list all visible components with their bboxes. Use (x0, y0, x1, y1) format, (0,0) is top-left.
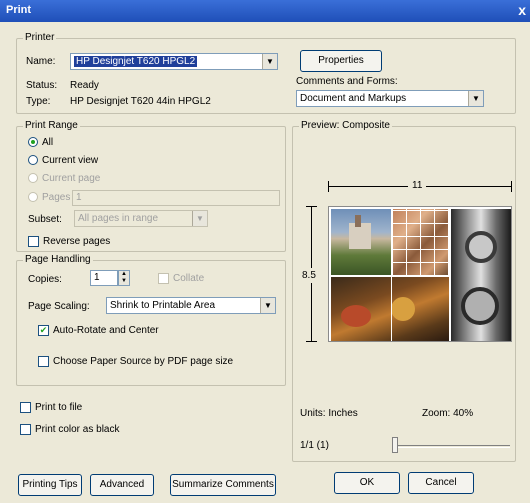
page-indicator: 1/1 (1) (300, 440, 329, 451)
range-current-page-radio: Current page (28, 173, 100, 184)
reverse-pages-label: Reverse pages (43, 236, 111, 248)
copies-input[interactable]: 1 (90, 270, 118, 286)
range-current-page-label: Current page (42, 173, 101, 184)
print-range-legend: Print Range (23, 120, 80, 131)
radio-icon (28, 192, 38, 203)
radio-selected-icon[interactable] (28, 137, 38, 148)
advanced-button[interactable]: Advanced (90, 474, 154, 496)
preview-portrait-mosaic (393, 209, 449, 275)
print-to-file-label: Print to file (35, 402, 83, 414)
printer-legend: Printer (23, 32, 57, 43)
page-scaling-value: Shrink to Printable Area (110, 300, 216, 311)
range-all-label: All (42, 137, 54, 148)
subset-label: Subset: (28, 214, 62, 225)
preview-page (328, 206, 512, 342)
checkbox-icon[interactable] (20, 402, 31, 413)
radio-icon (28, 173, 38, 184)
print-to-file-checkbox[interactable]: Print to file (20, 402, 82, 413)
comments-label: Comments and Forms: (296, 76, 398, 87)
copies-label: Copies: (28, 274, 62, 285)
range-current-view-label: Current view (42, 155, 99, 166)
units-label: Units: Inches (300, 408, 358, 419)
status-value: Ready (70, 80, 99, 91)
type-label: Type: (26, 96, 51, 107)
height-dimension-tick-bottom (306, 341, 317, 342)
chevron-down-icon[interactable]: ▼ (262, 54, 277, 69)
choose-paper-checkbox[interactable]: Choose Paper Source by PDF page size (38, 356, 233, 367)
printing-tips-button[interactable]: Printing Tips (18, 474, 82, 496)
range-all-radio[interactable]: All (28, 137, 53, 148)
copies-spinner[interactable]: ▲ ▼ (118, 270, 130, 286)
print-dialog: Print x Printer Name: HP Designjet T620 … (0, 0, 530, 503)
height-dimension-tick-top (306, 206, 317, 207)
preview-castle-image (331, 209, 391, 275)
name-label: Name: (26, 56, 56, 67)
print-color-black-label: Print color as black (35, 424, 120, 436)
chevron-down-icon[interactable]: ▼ (468, 91, 483, 106)
checkbox-icon[interactable] (38, 356, 49, 367)
range-pages-radio: Pages (28, 192, 70, 203)
range-pages-label: Pages (42, 192, 71, 203)
title-bar[interactable]: Print x (0, 0, 530, 22)
pages-input: 1 (72, 190, 280, 206)
reverse-pages-checkbox[interactable]: Reverse pages (28, 236, 110, 247)
range-current-view-radio[interactable]: Current view (28, 155, 98, 166)
cancel-button[interactable]: Cancel (408, 472, 474, 494)
page-slider-thumb[interactable] (392, 437, 398, 453)
checkbox-icon (158, 273, 169, 284)
zoom-label: Zoom: 40% (422, 408, 474, 419)
summarize-comments-button[interactable]: Summarize Comments (170, 474, 276, 496)
page-scaling-label: Page Scaling: (28, 301, 90, 312)
properties-button[interactable]: Properties (300, 50, 382, 72)
collate-checkbox: Collate (158, 273, 204, 284)
comments-select[interactable]: Document and Markups ▼ (296, 90, 484, 107)
height-dimension-label: 8.5 (302, 268, 316, 283)
width-dimension-tick-left (328, 181, 329, 192)
preview-food-image (331, 277, 449, 341)
chevron-down-icon: ▼ (192, 211, 207, 226)
preview-mechanical-image (451, 209, 511, 341)
chevron-down-icon[interactable]: ▼ (260, 298, 275, 313)
status-label: Status: (26, 80, 58, 91)
auto-rotate-label: Auto-Rotate and Center (53, 325, 159, 337)
subset-value: All pages in range (78, 213, 159, 224)
page-slider-track[interactable] (392, 445, 510, 448)
printer-name-value: HP Designjet T620 HPGL2 (74, 56, 198, 67)
width-dimension-label: 11 (408, 180, 427, 191)
page-scaling-select[interactable]: Shrink to Printable Area ▼ (106, 297, 276, 314)
auto-rotate-checkbox[interactable]: ✔ Auto-Rotate and Center (38, 325, 159, 336)
print-range-group: Print Range (16, 120, 286, 252)
collate-label: Collate (173, 273, 205, 285)
page-handling-legend: Page Handling (23, 254, 93, 265)
preview-legend: Preview: Composite (299, 120, 392, 131)
comments-value: Document and Markups (300, 93, 407, 104)
checkmark-icon[interactable]: ✔ (38, 325, 49, 336)
window-title: Print (6, 4, 32, 16)
checkbox-icon[interactable] (20, 424, 31, 435)
choose-paper-label: Choose Paper Source by PDF page size (53, 356, 234, 368)
close-icon[interactable]: x (518, 2, 526, 18)
printer-name-select[interactable]: HP Designjet T620 HPGL2 ▼ (70, 53, 278, 70)
subset-select: All pages in range ▼ (74, 210, 208, 227)
print-color-black-checkbox[interactable]: Print color as black (20, 424, 119, 435)
width-dimension-tick-right (511, 181, 512, 192)
type-value: HP Designjet T620 44in HPGL2 (70, 96, 211, 107)
checkbox-icon[interactable] (28, 236, 39, 247)
radio-icon[interactable] (28, 155, 38, 166)
ok-button[interactable]: OK (334, 472, 400, 494)
